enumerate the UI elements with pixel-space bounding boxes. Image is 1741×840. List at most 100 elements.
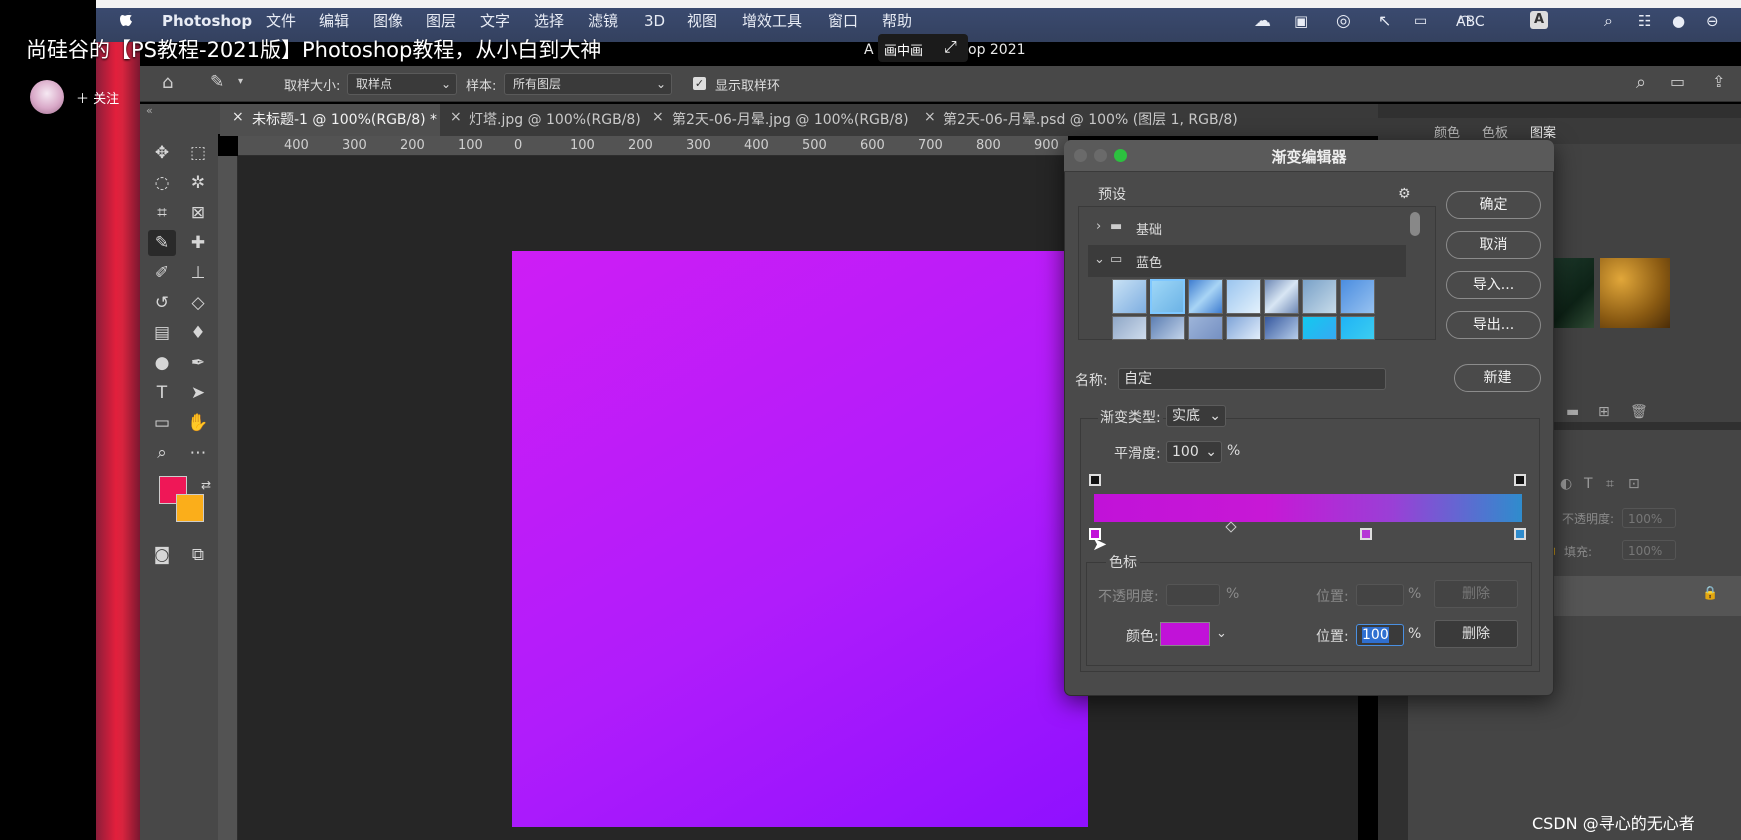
menu-type[interactable]: 文字 [480,10,510,32]
workspace-icon[interactable]: ▭ [1670,72,1685,91]
tab-lighthouse[interactable]: 灯塔.jpg @ 100%(RGB/8) [469,109,641,129]
menu-edit[interactable]: 编辑 [319,10,349,32]
vertical-ruler[interactable] [218,156,238,840]
home-icon[interactable]: ⌂ [162,72,173,93]
menu-plugins[interactable]: 增效工具 [742,10,802,32]
zoom-tool-icon[interactable]: ⌕ [148,440,176,466]
gradient-tool-icon[interactable]: ▤ [148,320,176,346]
preset-swatch[interactable] [1264,279,1299,314]
ok-button[interactable]: 确定 [1446,191,1541,219]
new-button[interactable]: 新建 [1454,364,1541,392]
history-brush-tool-icon[interactable]: ↺ [148,290,176,316]
menu-window[interactable]: 窗口 [828,10,858,32]
show-ring-checkbox[interactable]: ✓ [693,77,706,90]
rectangle-tool-icon[interactable]: ▭ [148,410,176,436]
type-tool-icon[interactable]: T [148,380,176,406]
dodge-tool-icon[interactable]: ● [148,350,176,376]
lock-transparency-icon[interactable]: ◐ [1560,476,1572,492]
lock-type-icon[interactable]: T [1584,476,1593,492]
tab-close-icon[interactable]: × [652,109,664,125]
opacity-value[interactable]: 100% [1622,508,1676,528]
eraser-tool-icon[interactable]: ◇ [184,290,212,316]
control-center-icon[interactable]: ☷ [1638,10,1651,32]
menu-image[interactable]: 图像 [373,10,403,32]
search-icon[interactable]: ⌕ [1636,72,1646,93]
input-method-icon[interactable]: A [1530,11,1548,29]
lock-artboard-icon[interactable]: ⊡ [1628,476,1640,492]
path-selection-tool-icon[interactable]: ➤ [184,380,212,406]
preset-swatch[interactable] [1340,279,1375,314]
tab-close-icon[interactable]: × [232,109,244,125]
stop-opacity-input[interactable] [1166,584,1220,606]
pattern-thumbnail[interactable] [1600,258,1670,328]
apple-icon[interactable] [120,9,136,29]
pen-tool-icon[interactable]: ✒ [184,350,212,376]
stamp-tool-icon[interactable]: ⊥ [184,260,212,286]
eyedropper-tool-icon[interactable]: ✎ [148,230,176,256]
move-tool-icon[interactable]: ✥ [148,140,176,166]
sample-size-select[interactable]: 取样点 ⌄ [347,73,457,95]
healing-brush-tool-icon[interactable]: ✚ [184,230,212,256]
add-icon[interactable]: ⊞ [1598,404,1610,420]
chevron-down-icon[interactable]: ▾ [238,76,243,87]
preset-swatch[interactable] [1112,316,1147,340]
lasso-tool-icon[interactable]: ◌ [148,170,176,196]
smoothness-input[interactable]: 100 ⌄ [1166,441,1222,463]
cancel-button[interactable]: 取消 [1446,231,1541,259]
name-input[interactable]: 自定 [1118,368,1386,390]
opacity-stop-left[interactable] [1089,474,1101,486]
export-button[interactable]: 导出... [1446,311,1541,339]
preset-swatch[interactable] [1340,316,1375,340]
presets-scrollbar[interactable] [1410,212,1420,236]
menu-select[interactable]: 选择 [534,10,564,32]
quick-mask-icon[interactable]: ◙ [148,542,176,568]
magic-wand-tool-icon[interactable]: ✲ [184,170,212,196]
preset-swatch[interactable] [1150,279,1185,314]
frame-tool-icon[interactable]: ⊠ [184,200,212,226]
opacity-location-input[interactable] [1356,584,1404,606]
gear-icon[interactable]: ⚙ [1398,186,1411,202]
pip-exit-icon[interactable]: ⤢ [944,37,957,57]
preset-swatch[interactable] [1188,279,1223,314]
marquee-tool-icon[interactable]: ⬚ [184,140,212,166]
gradient-bar[interactable] [1094,494,1522,522]
tab-halo-jpg[interactable]: 第2天-06-月晕.jpg @ 100%(RGB/8) [672,109,909,129]
import-button[interactable]: 导入... [1446,271,1541,299]
preset-folder-basic[interactable]: › ▬ 基础 [1088,212,1406,244]
preset-swatch[interactable] [1188,316,1223,340]
preset-swatch[interactable] [1264,316,1299,340]
hand-tool-icon[interactable]: ✋ [184,410,212,436]
creative-cloud-icon[interactable]: ☁ [1254,10,1271,32]
blur-tool-icon[interactable]: ♦ [184,320,212,346]
menu-view[interactable]: 视图 [687,10,717,32]
menu-3d[interactable]: 3D [644,10,665,32]
stop-color-swatch[interactable] [1160,622,1210,646]
tab-halo-psd[interactable]: 第2天-06-月晕.psd @ 100% (图层 1, RGB/8) [943,109,1238,129]
preset-swatch[interactable] [1112,279,1147,314]
menu-file[interactable]: 文件 [266,10,296,32]
spotlight-search-icon[interactable]: ⌕ [1604,10,1613,32]
tab-color[interactable]: 颜色 [1434,122,1460,141]
cursor-icon[interactable]: ↖ [1378,10,1391,32]
screen-mode-icon[interactable]: ⧉ [184,542,212,568]
preset-swatch[interactable] [1226,316,1261,340]
input-method-label[interactable]: ABC [1456,11,1485,33]
avatar[interactable] [30,80,64,114]
tab-swatches[interactable]: 色板 [1482,122,1508,141]
screen-record-icon[interactable]: ▣ [1294,10,1308,32]
horizontal-ruler[interactable]: 400 300 200 100 0 100 200 300 400 500 60… [238,136,1068,156]
color-stop-right[interactable] [1514,528,1526,540]
preset-swatch[interactable] [1226,279,1261,314]
color-stop-middle[interactable] [1360,528,1372,540]
folder-icon[interactable]: ▬ [1566,404,1579,420]
menu-filter[interactable]: 滤镜 [588,10,618,32]
preset-swatch[interactable] [1302,316,1337,340]
opacity-stop-right[interactable] [1514,474,1526,486]
delete-color-stop-button[interactable]: 删除 [1434,620,1518,648]
sample-select[interactable]: 所有图层 ⌄ [504,73,672,95]
tab-close-icon[interactable]: × [924,109,936,125]
follow-button[interactable]: ＋ 关注 [76,88,119,107]
pattern-thumbnail[interactable] [1550,258,1594,328]
tab-untitled-1[interactable]: 未标题-1 @ 100%(RGB/8) * [252,109,437,129]
preset-swatch[interactable] [1150,316,1185,340]
